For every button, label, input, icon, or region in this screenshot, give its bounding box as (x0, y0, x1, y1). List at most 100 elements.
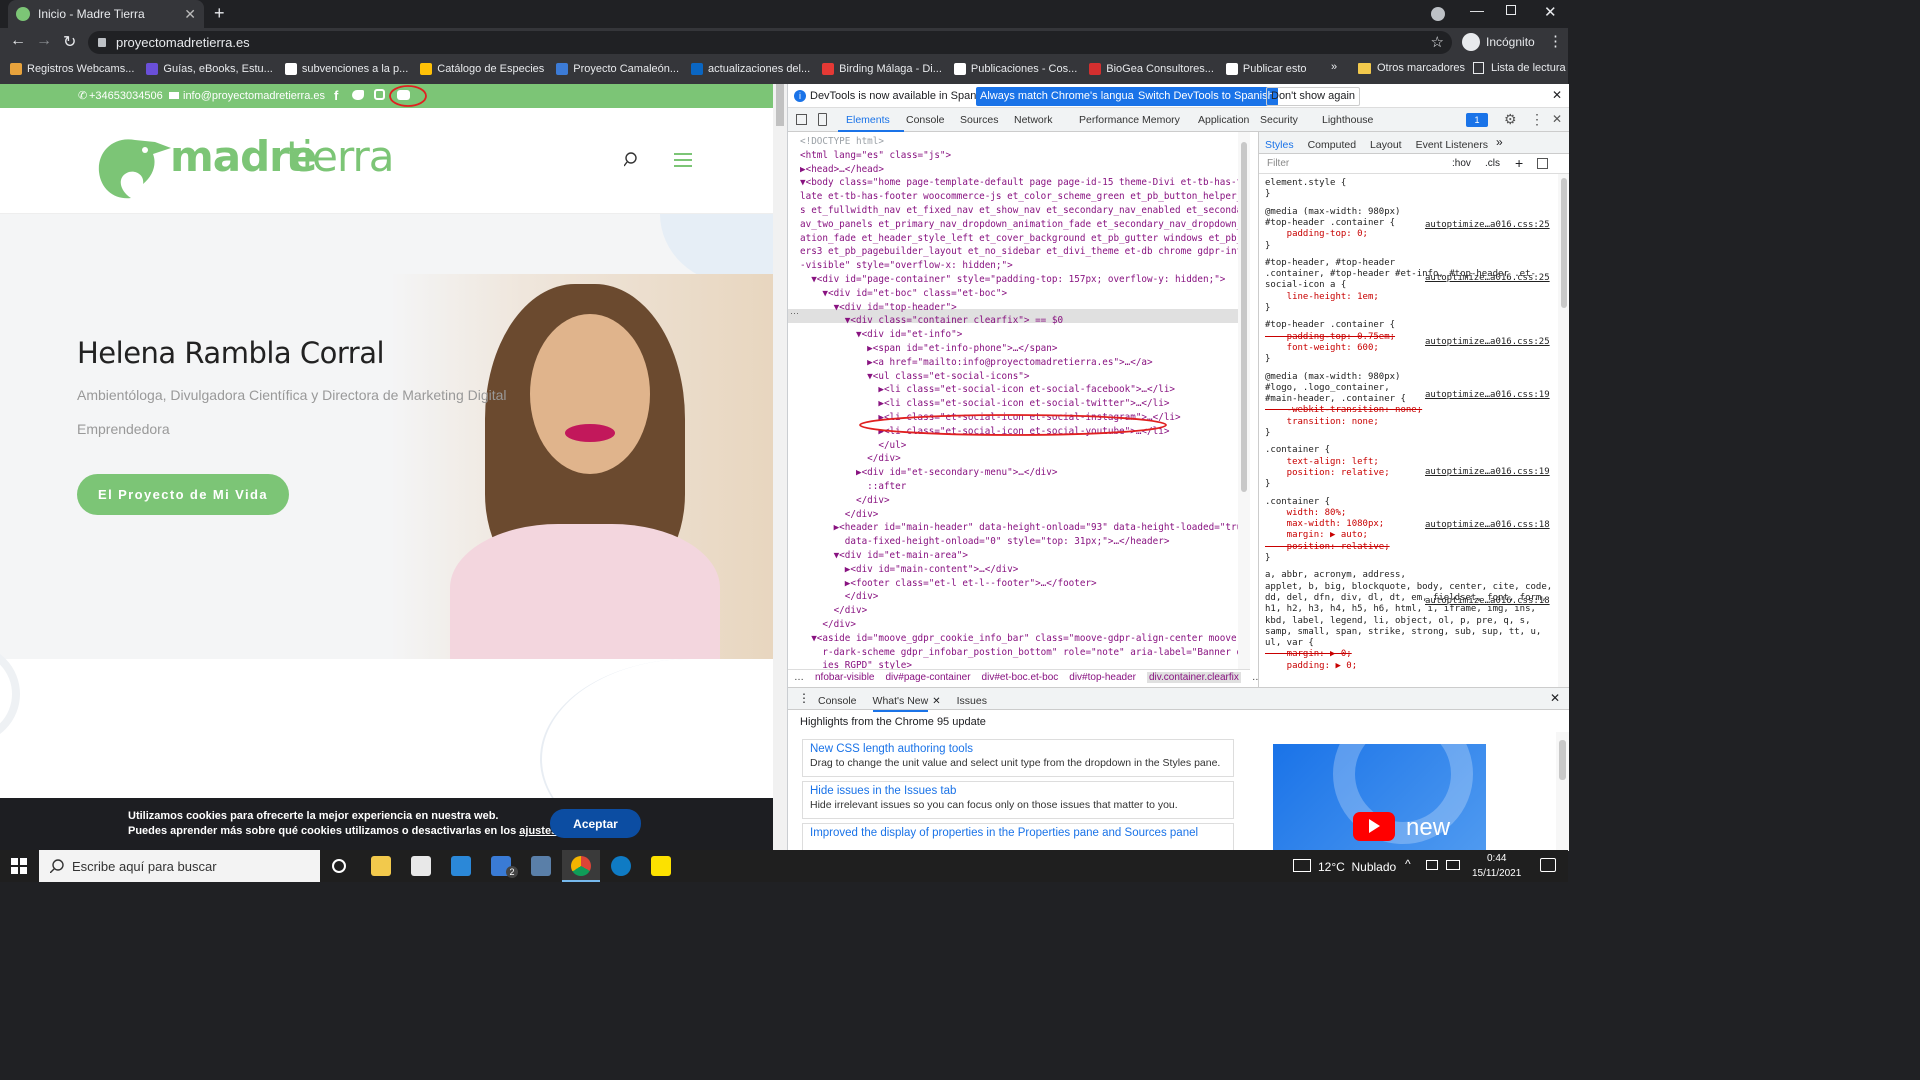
style-rule-line[interactable]: ul, var { (1265, 638, 1314, 649)
dom-line[interactable]: ▶<span id="et-info-phone">…</span> (800, 342, 1057, 356)
style-rule-line[interactable]: padding: ▶ 0; (1265, 661, 1357, 672)
bookmark-item[interactable]: Proyecto Camaleón... (556, 63, 679, 75)
inspect-element-icon[interactable] (796, 114, 807, 125)
style-rule-line[interactable]: } (1265, 303, 1270, 314)
devtools-tab-memory[interactable]: Memory (1142, 114, 1180, 126)
new-rule-icon[interactable]: + (1515, 155, 1523, 171)
dom-line[interactable]: data-fixed-height-onload="0" style="top:… (800, 535, 1170, 549)
browser-tab[interactable]: Inicio - Madre Tierra ✕ (8, 0, 204, 28)
drawer-scrollbar[interactable] (1556, 732, 1569, 851)
style-source-link[interactable]: autoptimize…a016.css:25 (1425, 220, 1550, 230)
styles-tab-event-listeners[interactable]: Event Listeners (1416, 139, 1488, 151)
address-bar[interactable]: proyectomadretierra.es ☆ (88, 31, 1452, 54)
style-rule-line[interactable]: a, abbr, acronym, address, (1265, 570, 1406, 581)
facebook-icon[interactable]: f (334, 88, 338, 103)
breadcrumb-item[interactable]: … (794, 672, 804, 683)
style-rule-line[interactable]: @media (max-width: 980px) (1265, 372, 1400, 383)
bookmark-item[interactable]: subvenciones a la p... (284, 63, 408, 75)
edge-icon[interactable] (611, 856, 631, 876)
back-icon[interactable]: ← (10, 32, 26, 50)
dom-line[interactable]: ▼<div id="page-container" style="padding… (800, 273, 1225, 287)
style-rule-line[interactable]: element.style { (1265, 178, 1346, 189)
settings-gear-icon[interactable]: ⚙ (1504, 111, 1517, 128)
breadcrumb-item[interactable]: div#page-container (885, 672, 970, 683)
style-source-link[interactable]: autoptimize…a016.css:19 (1425, 467, 1550, 477)
style-rule-line[interactable]: .container { (1265, 445, 1330, 456)
bookmark-item[interactable]: Catálogo de Especies (420, 63, 544, 75)
style-source-link[interactable]: autoptimize…a016.css:19 (1425, 390, 1550, 400)
match-language-button[interactable]: Always match Chrome's language (976, 87, 1150, 106)
style-source-link[interactable]: autoptimize…a016.css:18 (1425, 596, 1550, 606)
bookmark-item[interactable]: Publicaciones - Cos... (953, 63, 1077, 75)
whats-new-title[interactable]: Improved the display of properties in th… (810, 827, 1226, 839)
dom-line[interactable]: <html lang="es" class="js"> (800, 149, 951, 163)
style-rule-line[interactable]: } (1265, 354, 1270, 365)
style-rule-line[interactable]: max-width: 1080px; (1265, 519, 1385, 530)
style-rule-line[interactable]: line-height: 1em; (1265, 292, 1379, 303)
chrome-icon[interactable] (571, 856, 591, 876)
dom-line[interactable]: late et-tb-has-footer woocommerce-js et_… (800, 190, 1250, 204)
dom-line[interactable]: r-dark-scheme gdpr_infobar_postion_botto… (800, 646, 1250, 660)
close-tab-icon[interactable]: ✕ (184, 6, 196, 23)
dom-line[interactable]: ers3 et_pb_pagebuilder_layout et_no_side… (800, 245, 1250, 259)
drawer-tab-console[interactable]: Console (818, 695, 857, 707)
close-banner-icon[interactable]: ✕ (1552, 88, 1562, 102)
new-tab-icon[interactable]: + (214, 3, 225, 24)
close-devtools-icon[interactable]: ✕ (1552, 112, 1562, 126)
page-scrollbar-thumb[interactable] (776, 84, 784, 126)
hov-toggle[interactable]: :hov (1452, 158, 1471, 169)
style-rule-line[interactable]: @media (max-width: 980px) (1265, 207, 1400, 218)
twitter-icon[interactable] (352, 90, 364, 100)
style-rule-line[interactable]: } (1265, 428, 1270, 439)
menu-dots-icon[interactable]: ⋮ (1548, 32, 1563, 50)
style-rule-line[interactable]: .container { (1265, 497, 1330, 508)
dom-line[interactable]: ▼<ul class="et-social-icons"> (800, 370, 1029, 384)
style-rule-line[interactable]: transition: none; (1265, 417, 1379, 428)
elements-scrollbar-thumb[interactable] (1241, 142, 1247, 492)
switch-spanish-button[interactable]: Switch DevTools to Spanish (1134, 87, 1278, 106)
dom-line[interactable]: ▶<li class="et-social-icon et-social-twi… (800, 397, 1169, 411)
close-drawer-icon[interactable]: ✕ (1550, 691, 1560, 705)
task-view-icon[interactable] (332, 859, 346, 873)
style-rule-line[interactable]: position: relative; (1265, 542, 1390, 553)
style-rule-line[interactable]: padding-top: 0; (1265, 229, 1368, 240)
dom-line[interactable]: <!DOCTYPE html> (800, 135, 884, 149)
style-rule-line[interactable]: width: 80%; (1265, 508, 1347, 519)
whats-new-title[interactable]: New CSS length authoring tools (810, 743, 1226, 755)
styles-tab-styles[interactable]: Styles (1265, 139, 1294, 151)
email-link[interactable]: info@proyectomadretierra.es (183, 90, 325, 102)
dom-line[interactable]: ▶<div id="et-secondary-menu">…</div> (800, 466, 1058, 480)
reading-list[interactable]: Lista de lectura (1491, 62, 1566, 74)
mail-icon[interactable] (451, 856, 471, 876)
clock-time[interactable]: 0:44 (1487, 853, 1506, 864)
windows-start-icon[interactable] (11, 858, 27, 874)
dom-line[interactable]: ▶<a href="mailto:info@proyectomadretierr… (800, 356, 1152, 370)
ellipsis-icon[interactable]: ··· (790, 308, 799, 318)
close-whats-new-icon[interactable]: ✕ (932, 696, 940, 707)
style-rule-line[interactable]: #top-header .container { (1265, 218, 1395, 229)
dom-line[interactable]: ▼<div id="et-main-area"> (800, 549, 968, 563)
weather-text[interactable]: 12°C Nublado (1318, 860, 1396, 874)
style-rule-line[interactable]: #main-header, .container { (1265, 394, 1406, 405)
dom-line[interactable]: av_two_panels et_primary_nav_dropdown_an… (800, 218, 1250, 232)
file-explorer-icon[interactable] (371, 856, 391, 876)
style-rule-line[interactable]: } (1265, 553, 1270, 564)
style-source-link[interactable]: autoptimize…a016.css:18 (1425, 520, 1550, 530)
dom-line[interactable]: ▼<div id="et-info"> (800, 328, 962, 342)
style-rule-line[interactable]: -webkit-transition: none; (1265, 405, 1422, 416)
sticky-notes-icon[interactable] (651, 856, 671, 876)
dom-line[interactable]: s et_fullwidth_nav et_fixed_nav et_show_… (800, 204, 1250, 218)
drawer-menu-icon[interactable]: ⋮ (798, 691, 810, 705)
dom-line[interactable]: </div> (800, 508, 879, 522)
clock-date[interactable]: 15/11/2021 (1472, 868, 1521, 879)
devtools-tab-sources[interactable]: Sources (960, 114, 999, 126)
instagram-icon[interactable] (374, 89, 385, 100)
chameleon-logo-icon[interactable] (95, 134, 173, 204)
dom-line[interactable]: </div> (800, 604, 868, 618)
whats-new-item[interactable]: Hide issues in the Issues tab Hide irrele… (802, 781, 1234, 819)
devtools-tab-performance[interactable]: Performance (1079, 114, 1139, 126)
breadcrumb-item[interactable]: div#et-boc.et-boc (982, 672, 1059, 683)
dom-line[interactable]: ▶<footer class="et-l et-l--footer">…</fo… (800, 577, 1097, 591)
dom-line[interactable]: ▼<div id="top-header"> (800, 301, 957, 315)
computed-sidebar-icon[interactable] (1537, 158, 1548, 169)
